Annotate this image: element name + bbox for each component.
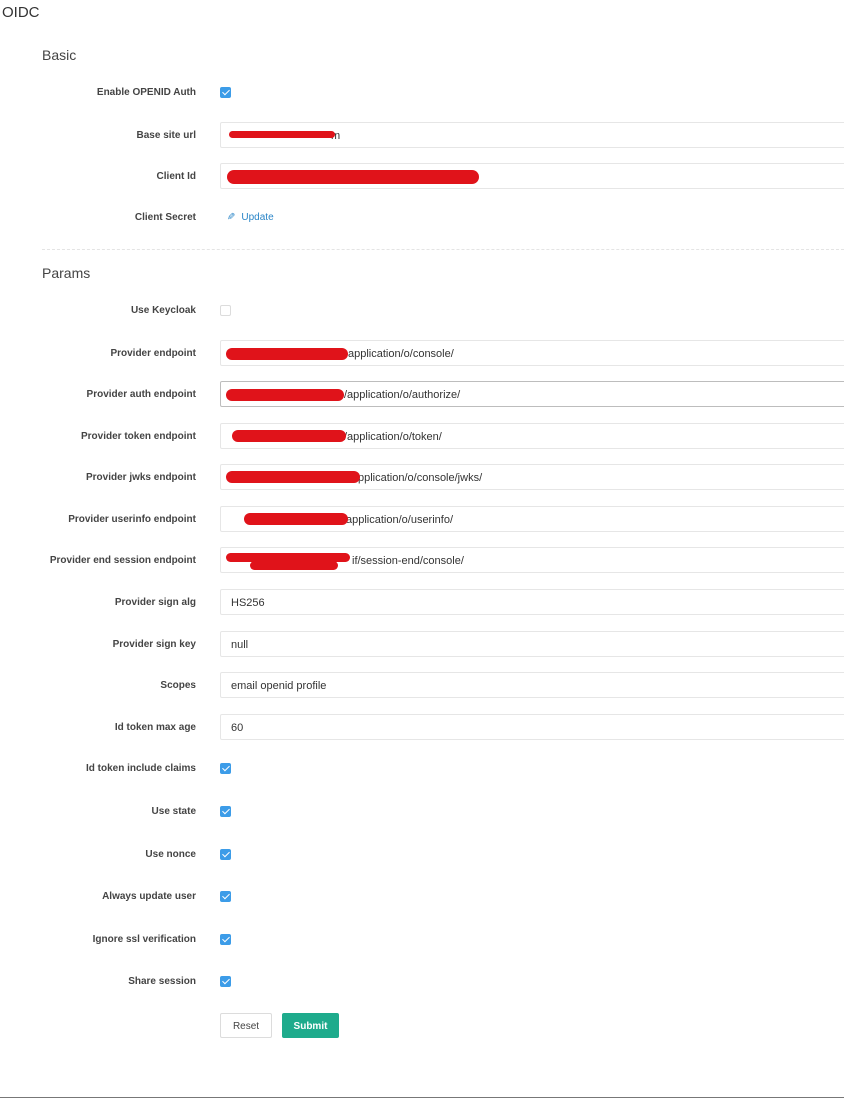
id-token-max-age-label: Id token max age bbox=[114, 722, 196, 733]
client-id-label: Client Id bbox=[156, 171, 196, 182]
share-session-label: Share session bbox=[128, 976, 196, 987]
share-session-checkbox[interactable] bbox=[220, 976, 231, 987]
row-base-site-url: Base site url m bbox=[0, 122, 844, 150]
row-use-nonce: Use nonce bbox=[0, 841, 844, 869]
id-token-max-age-input[interactable]: 60 bbox=[220, 714, 844, 740]
provider-auth-endpoint-label: Provider auth endpoint bbox=[86, 389, 196, 400]
row-always-update-user: Always update user bbox=[0, 883, 844, 911]
use-state-label: Use state bbox=[151, 806, 196, 817]
provider-jwks-endpoint-label: Provider jwks endpoint bbox=[85, 472, 196, 483]
enable-openid-auth-label: Enable OPENID Auth bbox=[96, 87, 196, 98]
row-provider-auth-endpoint: Provider auth endpoint /application/o/au… bbox=[0, 381, 844, 409]
provider-sign-alg-input[interactable]: HS256 bbox=[220, 589, 844, 615]
row-provider-end-session-endpoint: Provider end session endpoint if/session… bbox=[0, 547, 844, 575]
submit-button[interactable]: Submit bbox=[282, 1013, 339, 1038]
scopes-input[interactable]: email openid profile bbox=[220, 672, 844, 698]
reset-button[interactable]: Reset bbox=[220, 1013, 272, 1038]
client-secret-label: Client Secret bbox=[134, 212, 196, 223]
client-secret-update-link[interactable]: ✎ Update bbox=[227, 204, 274, 232]
redaction-mark bbox=[227, 170, 479, 184]
section-divider bbox=[42, 249, 844, 250]
row-use-state: Use state bbox=[0, 798, 844, 826]
base-site-url-label: Base site url bbox=[136, 130, 196, 141]
row-provider-sign-alg: Provider sign alg HS256 bbox=[0, 589, 844, 617]
use-keycloak-label: Use Keycloak bbox=[130, 305, 196, 316]
provider-end-session-endpoint-label: Provider end session endpoint bbox=[49, 555, 196, 566]
always-update-user-checkbox[interactable] bbox=[220, 891, 231, 902]
row-client-id: Client Id bbox=[0, 163, 844, 191]
use-nonce-checkbox[interactable] bbox=[220, 849, 231, 860]
provider-userinfo-endpoint-label: Provider userinfo endpoint bbox=[68, 514, 196, 525]
pencil-icon: ✎ bbox=[227, 212, 236, 223]
row-provider-token-endpoint: Provider token endpoint /application/o/t… bbox=[0, 423, 844, 451]
bottom-border bbox=[0, 1097, 844, 1098]
redaction-mark bbox=[229, 131, 335, 138]
redaction-mark bbox=[232, 430, 346, 442]
use-nonce-label: Use nonce bbox=[145, 849, 196, 860]
provider-sign-key-label: Provider sign key bbox=[112, 639, 196, 650]
provider-endpoint-label: Provider endpoint bbox=[110, 348, 196, 359]
redaction-mark bbox=[226, 471, 360, 483]
provider-token-endpoint-label: Provider token endpoint bbox=[80, 431, 196, 442]
row-use-keycloak: Use Keycloak bbox=[0, 297, 844, 325]
row-share-session: Share session bbox=[0, 968, 844, 996]
section-title-params: Params bbox=[42, 265, 91, 281]
always-update-user-label: Always update user bbox=[102, 891, 196, 902]
row-enable-openid-auth: Enable OPENID Auth bbox=[0, 79, 844, 107]
id-token-include-claims-checkbox[interactable] bbox=[220, 763, 231, 774]
use-keycloak-checkbox[interactable] bbox=[220, 305, 231, 316]
redaction-mark bbox=[226, 348, 348, 360]
row-provider-endpoint: Provider endpoint application/o/console/ bbox=[0, 340, 844, 368]
redaction-mark bbox=[244, 513, 348, 525]
provider-sign-key-input[interactable]: null bbox=[220, 631, 844, 657]
row-provider-sign-key: Provider sign key null bbox=[0, 631, 844, 659]
row-scopes: Scopes email openid profile bbox=[0, 672, 844, 700]
id-token-include-claims-label: Id token include claims bbox=[85, 763, 196, 774]
update-link-label: Update bbox=[241, 212, 274, 223]
row-provider-userinfo-endpoint: Provider userinfo endpoint application/o… bbox=[0, 506, 844, 534]
page-title: OIDC bbox=[2, 4, 40, 21]
row-client-secret: Client Secret ✎ Update bbox=[0, 204, 844, 232]
ignore-ssl-verification-label: Ignore ssl verification bbox=[92, 934, 196, 945]
row-id-token-max-age: Id token max age 60 bbox=[0, 714, 844, 742]
ignore-ssl-verification-checkbox[interactable] bbox=[220, 934, 231, 945]
scopes-label: Scopes bbox=[160, 680, 196, 691]
redaction-mark bbox=[226, 389, 344, 401]
redaction-mark bbox=[250, 561, 338, 570]
enable-openid-auth-checkbox[interactable] bbox=[220, 87, 231, 98]
section-title-basic: Basic bbox=[42, 47, 77, 63]
row-provider-jwks-endpoint: Provider jwks endpoint pplication/o/cons… bbox=[0, 464, 844, 492]
use-state-checkbox[interactable] bbox=[220, 806, 231, 817]
provider-sign-alg-label: Provider sign alg bbox=[114, 597, 196, 608]
row-ignore-ssl-verification: Ignore ssl verification bbox=[0, 926, 844, 954]
row-id-token-include-claims: Id token include claims bbox=[0, 755, 844, 783]
